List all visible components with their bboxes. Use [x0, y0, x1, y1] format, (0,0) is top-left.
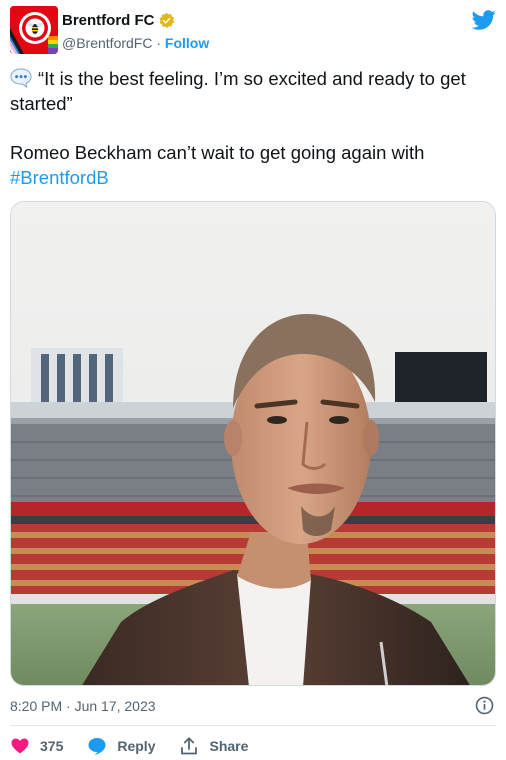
player-portrait-image: [11, 202, 495, 685]
speech-balloon-icon: [10, 68, 32, 88]
twitter-logo-icon[interactable]: [472, 8, 496, 32]
reply-label: Reply: [117, 738, 156, 754]
reply-bubble-icon: [88, 738, 106, 755]
heart-icon: [11, 738, 29, 754]
timestamp[interactable]: 8:20 PM · Jun 17, 2023: [10, 698, 156, 714]
divider: [10, 725, 496, 726]
hashtag-link[interactable]: #BrentfordB: [10, 167, 109, 188]
separator-dot: ·: [156, 35, 162, 51]
reply-button[interactable]: Reply: [87, 736, 155, 756]
avatar[interactable]: [10, 6, 58, 54]
tweet-text: “It is the best feeling. I’m so excited …: [10, 66, 494, 190]
tweet-actions: 375 Reply Share: [10, 735, 272, 757]
account-info: Brentford FC @BrentfordFC · Follow: [62, 10, 209, 53]
display-name[interactable]: Brentford FC: [62, 12, 155, 29]
info-icon[interactable]: [475, 696, 494, 715]
share-upload-icon: [181, 737, 198, 755]
quote-paragraph: “It is the best feeling. I’m so excited …: [10, 66, 494, 116]
verified-badge-icon: [158, 12, 174, 28]
handle[interactable]: @BrentfordFC: [62, 35, 152, 51]
tweet-media[interactable]: [10, 201, 496, 686]
tweet-header: Brentford FC @BrentfordFC · Follow: [10, 6, 496, 56]
quote-text: “It is the best feeling. I’m so excited …: [10, 68, 466, 114]
body-text: Romeo Beckham can’t wait to get going ag…: [10, 142, 425, 163]
body-paragraph: Romeo Beckham can’t wait to get going ag…: [10, 140, 494, 190]
handle-row: @BrentfordFC · Follow: [62, 33, 209, 53]
like-button[interactable]: 375: [10, 736, 63, 756]
share-button[interactable]: Share: [179, 736, 248, 756]
follow-button[interactable]: Follow: [165, 35, 209, 51]
like-count: 375: [40, 738, 64, 754]
timestamp-row: 8:20 PM · Jun 17, 2023: [10, 696, 496, 716]
share-label: Share: [209, 738, 249, 754]
tweet-embed-card: Brentford FC @BrentfordFC · Follow “It i…: [0, 0, 506, 760]
